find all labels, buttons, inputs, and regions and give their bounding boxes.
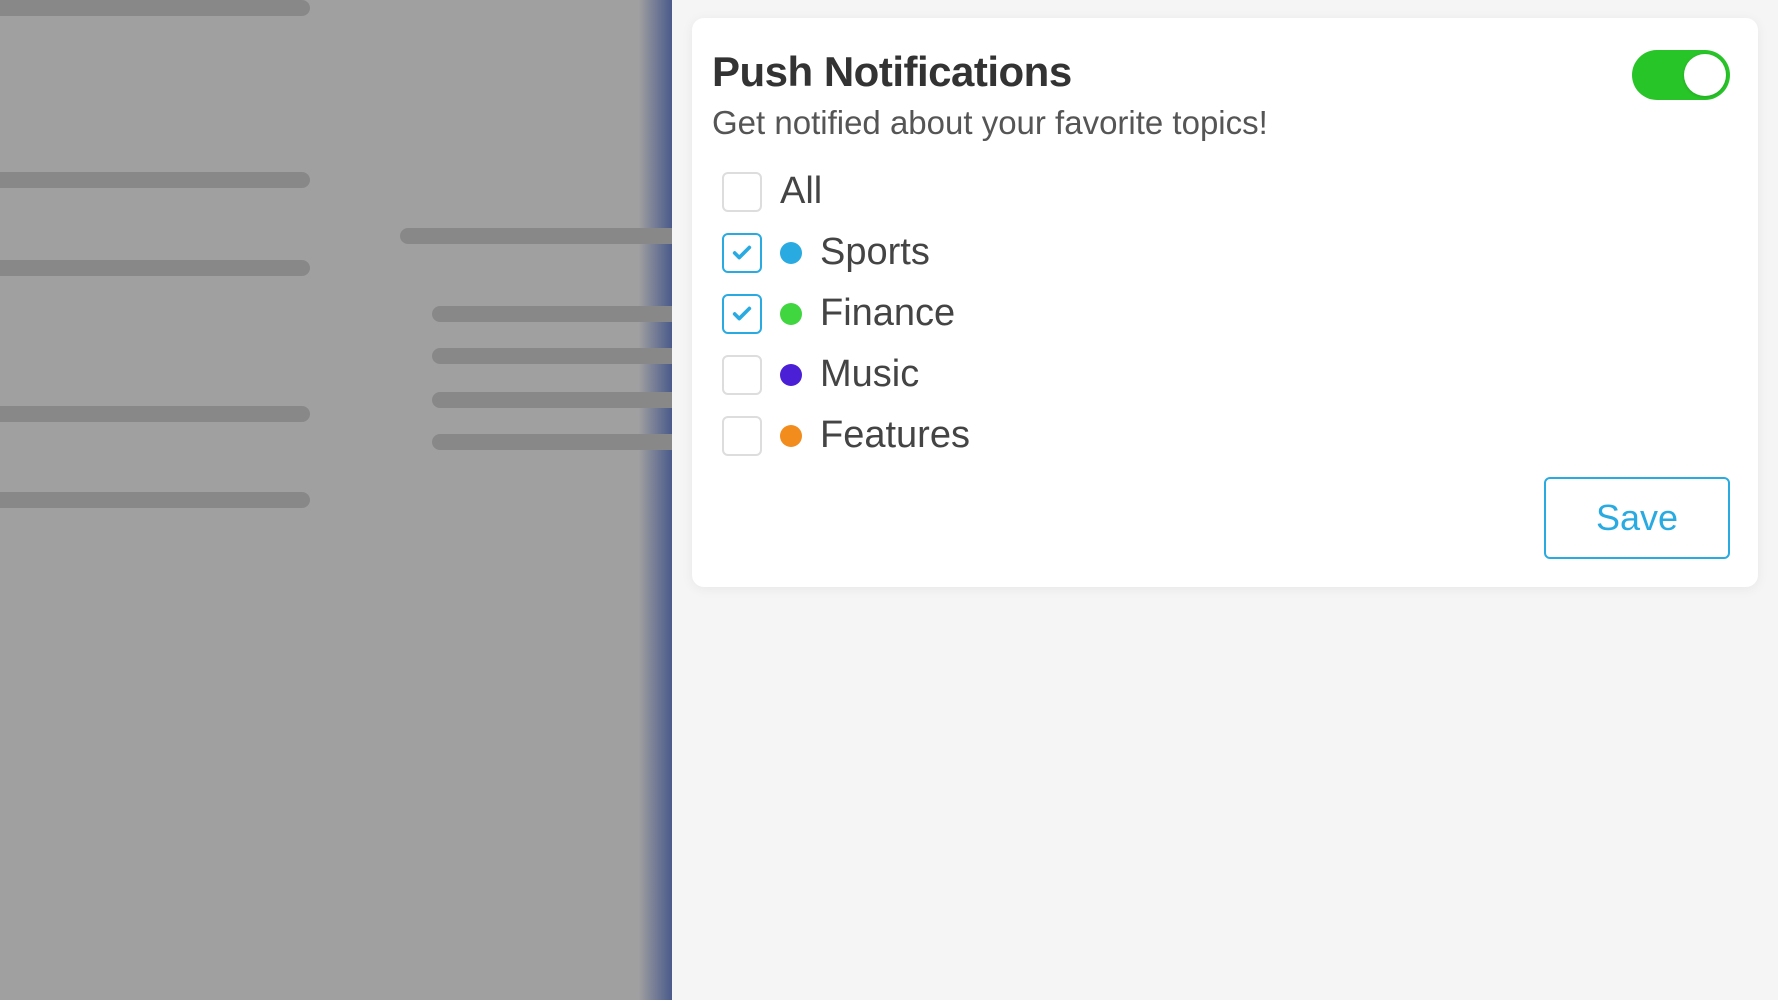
topics-list: All Sports Finance Music Features bbox=[712, 170, 1730, 457]
check-icon bbox=[731, 242, 753, 264]
checkbox-music[interactable] bbox=[722, 355, 762, 395]
checkbox-all[interactable] bbox=[722, 172, 762, 212]
topic-row-music: Music bbox=[722, 353, 1730, 396]
topic-color-dot bbox=[780, 425, 802, 447]
topic-label: All bbox=[780, 170, 822, 213]
topic-label: Sports bbox=[820, 231, 930, 274]
topic-label: Finance bbox=[820, 292, 955, 335]
card-footer: Save bbox=[712, 477, 1730, 559]
push-notifications-card: Push Notifications Get notified about yo… bbox=[692, 18, 1758, 587]
skeleton-line bbox=[0, 0, 310, 16]
check-icon bbox=[731, 303, 753, 325]
topic-row-all: All bbox=[722, 170, 1730, 213]
skeleton-line bbox=[432, 348, 712, 364]
topic-color-dot bbox=[780, 242, 802, 264]
topic-label: Features bbox=[820, 414, 970, 457]
save-button[interactable]: Save bbox=[1544, 477, 1730, 559]
notifications-toggle[interactable] bbox=[1632, 50, 1730, 100]
skeleton-line bbox=[432, 306, 712, 322]
skeleton-line bbox=[432, 434, 712, 450]
card-header: Push Notifications Get notified about yo… bbox=[712, 48, 1730, 142]
topic-row-features: Features bbox=[722, 414, 1730, 457]
topic-row-sports: Sports bbox=[722, 231, 1730, 274]
skeleton-line bbox=[0, 260, 310, 276]
topic-row-finance: Finance bbox=[722, 292, 1730, 335]
topic-color-dot bbox=[780, 364, 802, 386]
checkbox-finance[interactable] bbox=[722, 294, 762, 334]
checkbox-sports[interactable] bbox=[722, 233, 762, 273]
topic-label: Music bbox=[820, 353, 919, 396]
modal-backdrop bbox=[0, 0, 672, 1000]
card-header-text: Push Notifications Get notified about yo… bbox=[712, 48, 1268, 142]
topic-color-dot bbox=[780, 303, 802, 325]
skeleton-line bbox=[400, 228, 680, 244]
toggle-knob bbox=[1684, 54, 1726, 96]
skeleton-line bbox=[0, 492, 310, 508]
skeleton-line bbox=[0, 406, 310, 422]
skeleton-line bbox=[432, 392, 712, 408]
skeleton-line bbox=[0, 172, 310, 188]
card-title: Push Notifications bbox=[712, 48, 1268, 96]
checkbox-features[interactable] bbox=[722, 416, 762, 456]
card-subtitle: Get notified about your favorite topics! bbox=[712, 104, 1268, 142]
